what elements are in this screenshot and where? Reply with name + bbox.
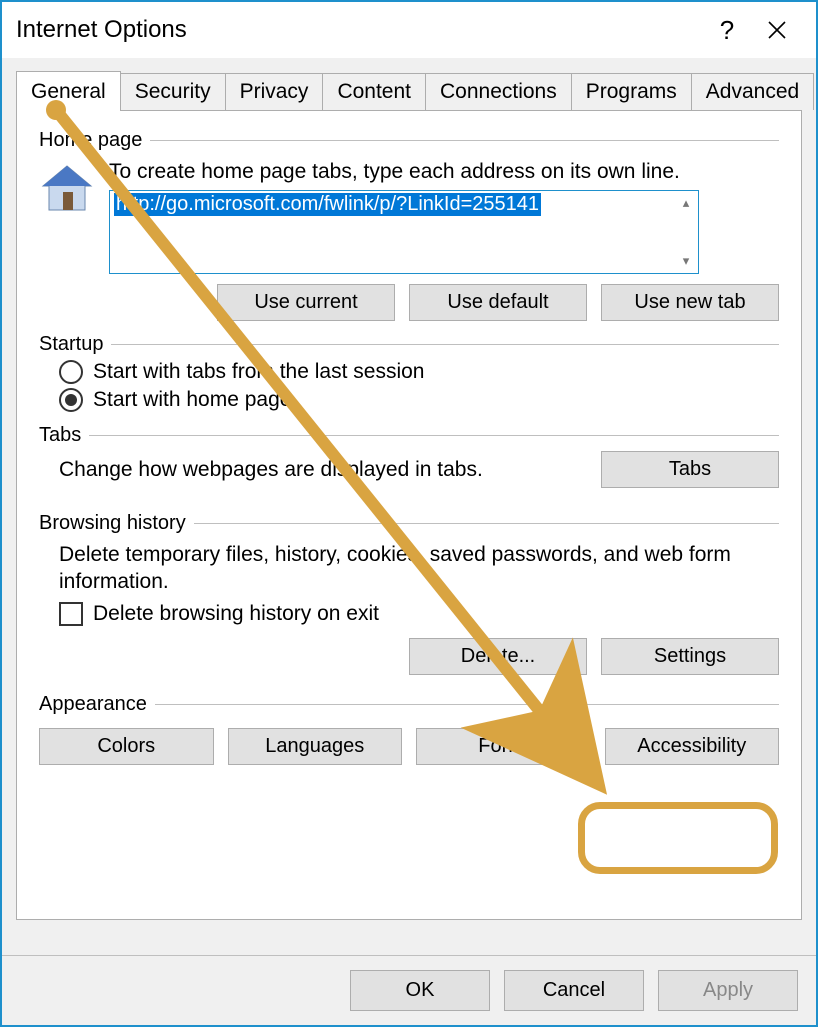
delete-on-exit-label: Delete browsing history on exit <box>93 602 379 626</box>
appearance-section: Appearance Colors Languages Fonts Access… <box>39 693 779 765</box>
appearance-legend: Appearance <box>39 693 147 716</box>
delete-button[interactable]: Delete... <box>409 638 587 675</box>
home-icon <box>39 160 95 216</box>
fonts-button[interactable]: Fonts <box>416 728 591 765</box>
tab-privacy[interactable]: Privacy <box>225 73 324 110</box>
tab-programs[interactable]: Programs <box>571 73 692 110</box>
window-title: Internet Options <box>16 16 702 44</box>
checkbox-icon <box>59 602 83 626</box>
tabs-legend: Tabs <box>39 424 81 447</box>
tab-advanced[interactable]: Advanced <box>691 73 814 110</box>
settings-button[interactable]: Settings <box>601 638 779 675</box>
tabs-section: Tabs Change how webpages are displayed i… <box>39 424 779 488</box>
home-page-section: Home page To create home page tabs, type… <box>39 129 779 321</box>
radio-last-session[interactable]: Start with tabs from the last session <box>59 360 779 384</box>
tabs-desc: Change how webpages are displayed in tab… <box>39 458 601 482</box>
titlebar: Internet Options ? <box>2 2 816 58</box>
ok-button[interactable]: OK <box>350 970 490 1011</box>
textarea-scrollbar[interactable]: ▴ ▾ <box>674 191 698 273</box>
history-legend: Browsing history <box>39 512 186 535</box>
radio-icon <box>59 360 83 384</box>
home-page-url-value: http://go.microsoft.com/fwlink/p/?LinkId… <box>114 193 541 216</box>
content-area: General Security Privacy Content Connect… <box>2 58 816 955</box>
scroll-down-icon[interactable]: ▾ <box>683 253 690 269</box>
internet-options-window: Internet Options ? General Security Priv… <box>0 0 818 1027</box>
dialog-footer: OK Cancel Apply <box>2 955 816 1025</box>
use-default-button[interactable]: Use default <box>409 284 587 321</box>
help-button[interactable]: ? <box>702 10 752 50</box>
home-page-legend: Home page <box>39 129 142 152</box>
tab-strip: General Security Privacy Content Connect… <box>16 70 802 110</box>
radio-home-page-label: Start with home page <box>93 388 291 412</box>
tab-general[interactable]: General <box>16 71 121 111</box>
radio-home-page[interactable]: Start with home page <box>59 388 779 412</box>
tab-content[interactable]: Content <box>322 73 426 110</box>
startup-section: Startup Start with tabs from the last se… <box>39 333 779 412</box>
use-new-tab-button[interactable]: Use new tab <box>601 284 779 321</box>
tab-security[interactable]: Security <box>120 73 226 110</box>
cancel-button[interactable]: Cancel <box>504 970 644 1011</box>
close-button[interactable] <box>752 10 802 50</box>
scroll-up-icon[interactable]: ▴ <box>683 195 690 211</box>
home-page-url-input[interactable]: http://go.microsoft.com/fwlink/p/?LinkId… <box>109 190 699 274</box>
use-current-button[interactable]: Use current <box>217 284 395 321</box>
apply-button[interactable]: Apply <box>658 970 798 1011</box>
tab-connections[interactable]: Connections <box>425 73 572 110</box>
radio-last-session-label: Start with tabs from the last session <box>93 360 424 384</box>
tabs-button[interactable]: Tabs <box>601 451 779 488</box>
delete-on-exit-checkbox[interactable]: Delete browsing history on exit <box>59 602 779 626</box>
accessibility-button[interactable]: Accessibility <box>605 728 780 765</box>
history-section: Browsing history Delete temporary files,… <box>39 512 779 675</box>
colors-button[interactable]: Colors <box>39 728 214 765</box>
startup-legend: Startup <box>39 333 103 356</box>
history-desc: Delete temporary files, history, cookies… <box>39 541 779 596</box>
languages-button[interactable]: Languages <box>228 728 403 765</box>
home-page-hint: To create home page tabs, type each addr… <box>109 160 779 184</box>
radio-icon <box>59 388 83 412</box>
general-panel: Home page To create home page tabs, type… <box>16 110 802 920</box>
